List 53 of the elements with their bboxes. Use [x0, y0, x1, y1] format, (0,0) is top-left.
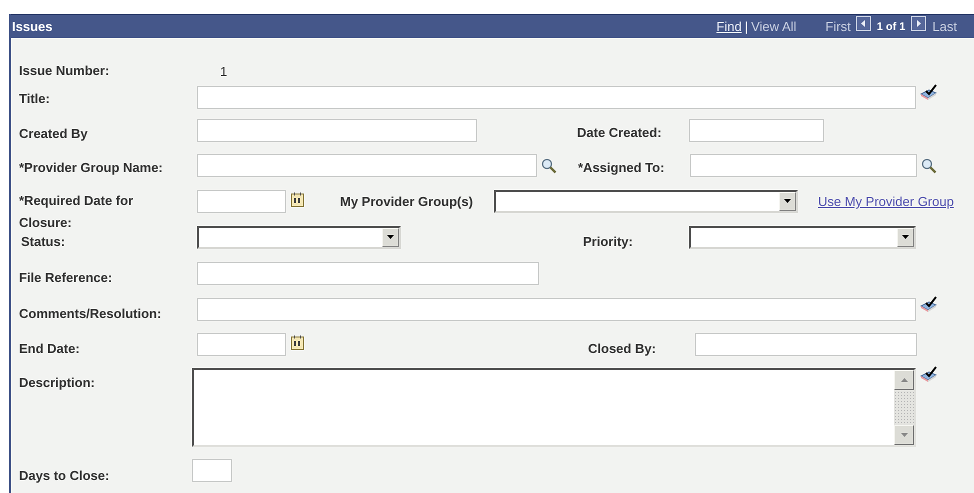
record-counter: 1 of 1 [876, 20, 906, 32]
field-label: Days to Close: [19, 466, 110, 485]
use-my-provider-group-link[interactable]: Use My Provider Group [818, 190, 954, 213]
calendar-icon[interactable] [291, 335, 304, 350]
panel-title: Issues [12, 19, 54, 34]
field-label: File Reference: [19, 268, 114, 286]
assigned-to-field[interactable] [690, 154, 917, 177]
search-icon[interactable] [921, 158, 937, 174]
spellcheck-icon[interactable] [920, 295, 938, 313]
search-icon[interactable] [541, 158, 557, 174]
caret-down-icon [900, 430, 908, 440]
date-field[interactable] [197, 333, 286, 356]
days-to-close-field[interactable] [192, 459, 232, 482]
find-link[interactable]: Find [716, 19, 742, 34]
provider-groups-dropdown[interactable] [494, 190, 798, 213]
issue-number-value: 1 [220, 64, 228, 78]
date-created-field[interactable] [689, 119, 824, 142]
field-label: Description: [19, 374, 96, 392]
date-field[interactable] [197, 190, 286, 213]
comments-field[interactable] [197, 298, 916, 321]
closed-by-field[interactable] [695, 333, 917, 356]
field-label: Issue Number: [19, 62, 110, 80]
field-label: Title: [19, 90, 51, 108]
last-link[interactable]: Last [932, 19, 957, 34]
spellcheck-icon[interactable] [920, 83, 938, 101]
first-link[interactable]: First [825, 19, 851, 34]
view-all-link[interactable]: View All [751, 19, 796, 34]
caret-left-icon [858, 19, 868, 28]
calendar-icon[interactable] [291, 192, 304, 207]
caret-right-icon [914, 19, 924, 28]
description-field[interactable] [192, 368, 916, 447]
field-label: Date Created: [577, 124, 663, 142]
file-reference-field[interactable] [197, 262, 539, 285]
field-label: Priority: [582, 232, 634, 251]
provider-group-name-field[interactable] [197, 154, 537, 177]
previous-button[interactable] [856, 16, 871, 31]
field-label: Closed By: [588, 340, 657, 358]
priority-dropdown[interactable] [689, 226, 916, 249]
field-label: Comments/Resolution: [19, 304, 162, 322]
title-field[interactable] [197, 86, 916, 108]
status-dropdown[interactable] [197, 226, 401, 249]
scrollbar[interactable] [894, 370, 914, 445]
caret-up-icon [900, 376, 908, 384]
field-label: My Provider Group(s) [340, 193, 474, 211]
field-label: *Provider Group Name: [19, 159, 164, 177]
field-label: *Required Date for Closure: [19, 192, 134, 232]
separator: | [744, 19, 748, 34]
created-by-field[interactable] [197, 119, 477, 142]
next-button[interactable] [911, 16, 926, 31]
field-label: Created By [19, 124, 89, 143]
spellcheck-icon[interactable] [920, 365, 938, 383]
field-label: End Date: [19, 340, 81, 358]
field-label: *Assigned To: [578, 159, 666, 177]
